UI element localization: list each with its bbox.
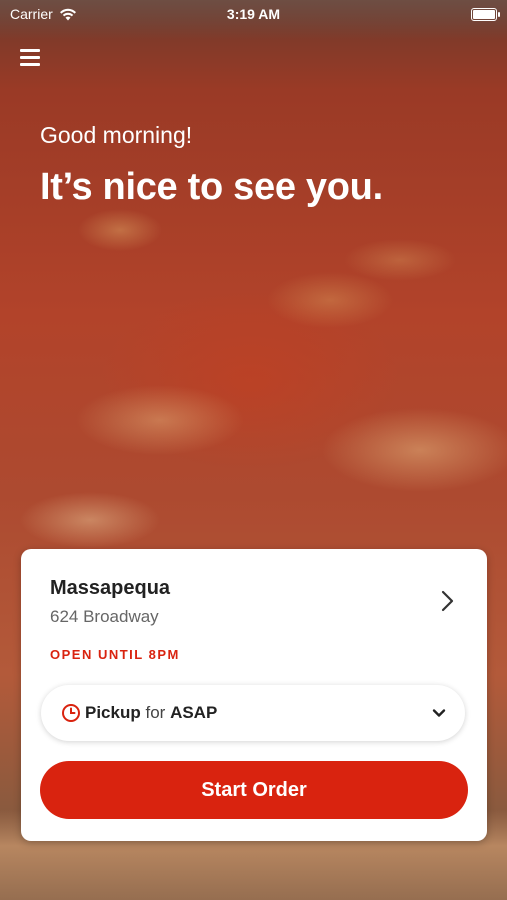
start-order-button[interactable]: Start Order [40,761,468,819]
pickup-connector: for [145,703,166,722]
chevron-down-icon [432,709,446,717]
chevron-right-icon[interactable] [435,589,459,613]
store-hours: OPEN UNTIL 8PM [50,647,180,662]
status-bar: Carrier 3:19 AM [0,0,507,28]
store-name[interactable]: Massapequa [50,577,170,600]
pickup-time-selector[interactable]: Pickup for ASAP [41,685,465,741]
pickup-mode: Pickup [85,703,141,722]
battery-fill [473,10,495,19]
pickup-time: ASAP [170,703,218,722]
greeting-text: Good morning! [40,122,193,148]
clock-icon [62,704,80,722]
store-card: Massapequa 624 Broadway OPEN UNTIL 8PM P… [21,549,487,841]
hamburger-menu-icon[interactable] [20,48,42,68]
status-time: 3:19 AM [226,6,281,22]
pickup-label: Pickup for ASAP [85,703,217,723]
store-address: 624 Broadway [50,607,159,626]
battery-icon [471,8,500,21]
headline-text: It’s nice to see you. [40,166,383,208]
